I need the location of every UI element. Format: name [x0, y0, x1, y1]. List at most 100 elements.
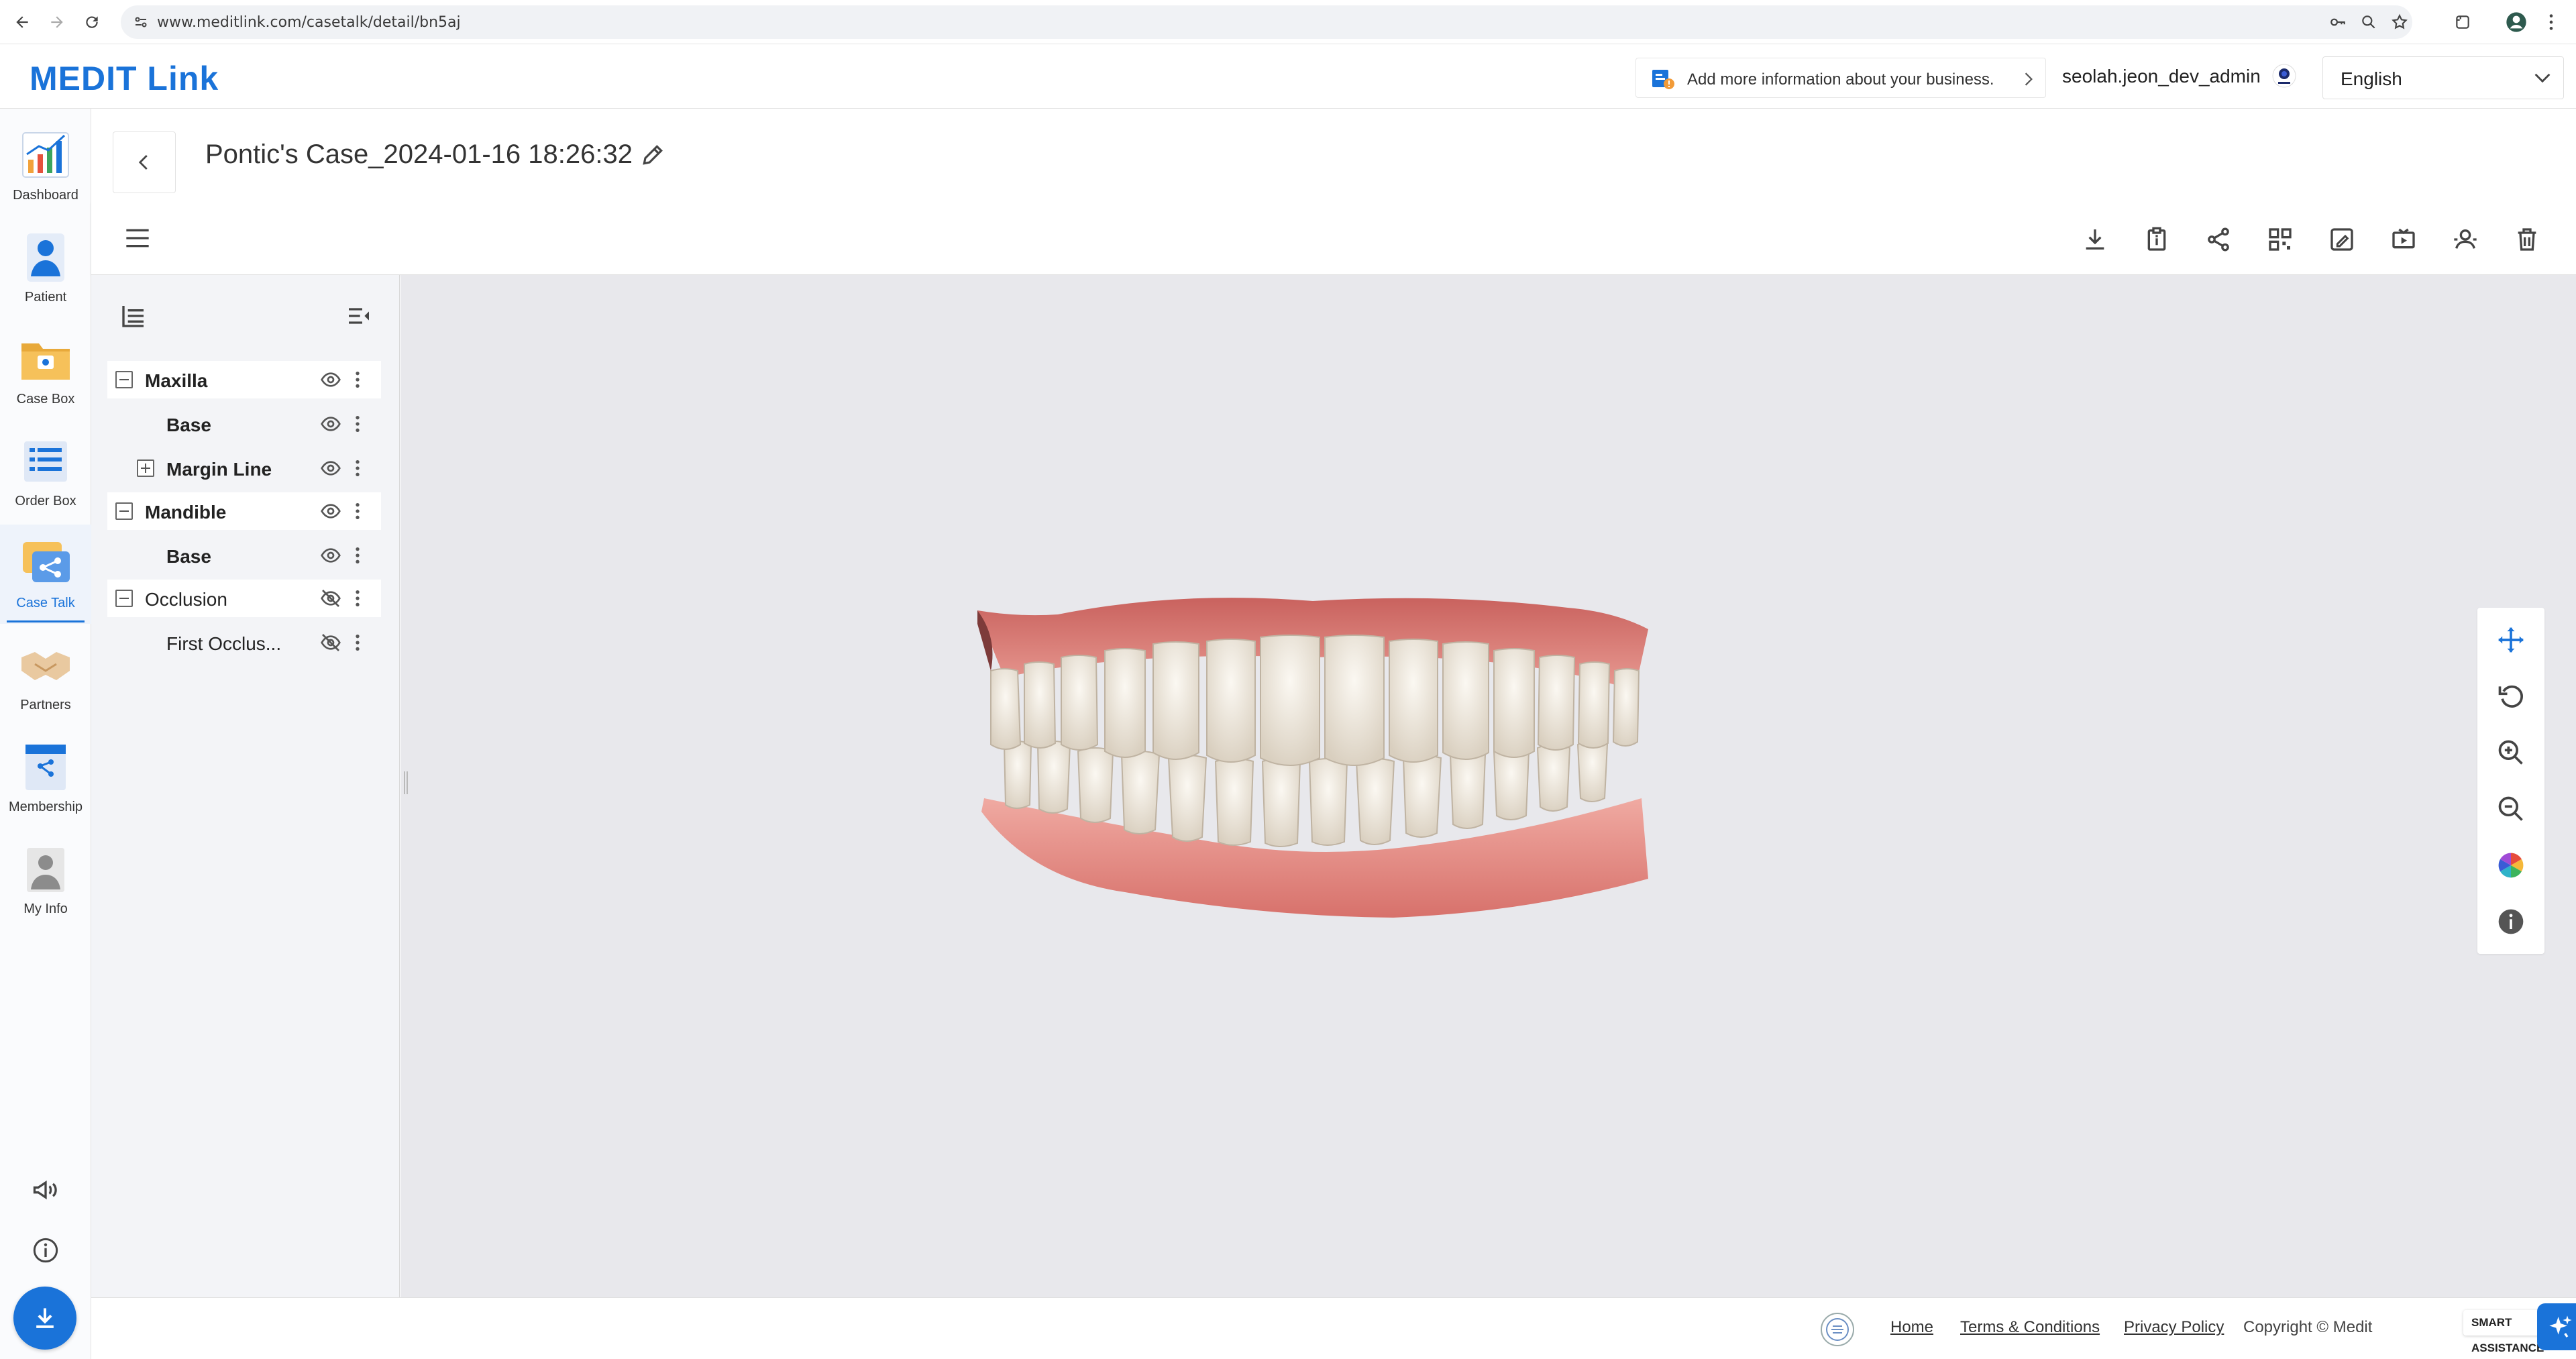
tree-row-occlusion[interactable]: Occlusion: [107, 580, 381, 617]
more-vertical-icon[interactable]: [349, 369, 366, 390]
nav-item-my-info[interactable]: My Info: [0, 830, 91, 930]
eye-icon[interactable]: [319, 500, 342, 522]
password-key-icon[interactable]: [2325, 9, 2351, 35]
eye-icon[interactable]: [319, 545, 342, 566]
reload-icon: [86, 16, 98, 28]
presentation-button[interactable]: [2385, 221, 2422, 258]
info-circle-icon: [33, 1238, 58, 1263]
business-info-banner[interactable]: Add more information about your business…: [1635, 58, 2046, 98]
footer-terms-link[interactable]: Terms & Conditions: [1960, 1318, 2100, 1337]
nav-label: My Info: [23, 902, 68, 916]
case-info-button[interactable]: [2139, 221, 2175, 258]
tree-row-maxilla[interactable]: Maxilla: [107, 361, 381, 398]
more-vertical-icon[interactable]: [349, 632, 366, 653]
browser-reload-button[interactable]: [78, 8, 106, 36]
hamburger-menu-icon: [126, 229, 149, 248]
more-vertical-icon[interactable]: [349, 545, 366, 566]
arrow-right-icon: [51, 16, 63, 28]
footer-privacy-link[interactable]: Privacy Policy: [2124, 1318, 2224, 1337]
collapse-panel-button[interactable]: [342, 299, 376, 333]
medit-link-logo[interactable]: MEDIT Link: [30, 59, 219, 98]
eye-icon[interactable]: [319, 457, 342, 479]
partner-button[interactable]: [2447, 221, 2483, 258]
tree-structure-icon: [122, 306, 144, 327]
expand-toggle[interactable]: [137, 459, 154, 477]
nav-label: Patient: [24, 290, 67, 305]
browser-menu-icon[interactable]: [2538, 9, 2564, 35]
more-vertical-icon[interactable]: [349, 588, 366, 609]
nav-item-membership[interactable]: Membership: [0, 728, 91, 828]
eye-off-icon[interactable]: [319, 632, 342, 653]
dashboard-icon: [22, 132, 69, 178]
nav-item-case-talk[interactable]: Case Talk: [0, 525, 91, 624]
qr-code-icon: [2269, 228, 2292, 251]
color-tool[interactable]: [2493, 848, 2528, 883]
extensions-icon[interactable]: [2450, 9, 2475, 35]
app-header: MEDIT Link Add more information about yo…: [0, 44, 2576, 109]
tree-row-mandible[interactable]: Mandible: [107, 492, 381, 530]
dental-3d-model[interactable]: [977, 597, 1648, 919]
edit-title-button[interactable]: [637, 140, 668, 170]
browser-back-button[interactable]: [8, 8, 36, 36]
zoom-icon[interactable]: [2356, 9, 2381, 35]
company-avatar-icon[interactable]: [2271, 63, 2297, 89]
nav-item-order-box[interactable]: Order Box: [0, 423, 91, 522]
download-button[interactable]: [2077, 221, 2113, 258]
model-info-tool[interactable]: [2493, 904, 2528, 939]
data-tree-panel: Maxilla Base Margin Line Mandible Base O…: [91, 275, 400, 1297]
nav-item-patient[interactable]: Patient: [0, 219, 91, 318]
download-tray-icon: [2086, 229, 2104, 250]
language-value: English: [2341, 68, 2402, 89]
viewer-tools: [2477, 608, 2544, 954]
image-capture-button[interactable]: [2324, 221, 2360, 258]
smart-assistance-button[interactable]: [2537, 1303, 2576, 1350]
bookmark-star-icon[interactable]: [2387, 9, 2412, 35]
footer-home-link[interactable]: Home: [1890, 1318, 1933, 1337]
delete-button[interactable]: [2509, 221, 2545, 258]
download-app-button[interactable]: [13, 1287, 76, 1350]
zoom-out-tool[interactable]: [2493, 792, 2528, 826]
language-select[interactable]: English: [2322, 56, 2564, 99]
tree-label: Mandible: [145, 502, 227, 523]
tree-row-maxilla-base[interactable]: Base: [107, 405, 381, 443]
more-vertical-icon[interactable]: [349, 457, 366, 479]
panel-resize-handle[interactable]: [403, 771, 409, 794]
collapse-toggle[interactable]: [115, 502, 133, 520]
user-name[interactable]: seolah.jeon_dev_admin: [2062, 66, 2261, 87]
zoom-in-tool[interactable]: [2493, 735, 2528, 770]
tree-menu-button[interactable]: [121, 221, 154, 255]
nav-item-case-box[interactable]: Case Box: [0, 321, 91, 420]
collapse-menu-icon: [349, 308, 369, 324]
collapse-toggle[interactable]: [115, 590, 133, 607]
rotate-tool[interactable]: [2493, 679, 2528, 714]
nav-item-dashboard[interactable]: Dashboard: [0, 117, 91, 216]
profile-avatar-icon[interactable]: [2504, 9, 2529, 35]
membership-icon: [25, 745, 66, 790]
share-button[interactable]: [2200, 221, 2237, 258]
qr-code-button[interactable]: [2262, 221, 2298, 258]
tree-row-mandible-base[interactable]: Base: [107, 537, 381, 574]
my-info-user-icon: [27, 848, 64, 892]
eye-icon[interactable]: [319, 413, 342, 435]
address-bar[interactable]: www.meditlink.com/casetalk/detail/bn5aj: [121, 5, 2412, 39]
tree-row-margin-line[interactable]: Margin Line: [107, 449, 381, 487]
eye-off-icon[interactable]: [319, 588, 342, 609]
collapse-toggle[interactable]: [115, 371, 133, 388]
eye-icon[interactable]: [319, 369, 342, 390]
nav-label: Case Talk: [16, 596, 75, 610]
nav-item-partners[interactable]: Partners: [0, 627, 91, 726]
back-button[interactable]: [113, 131, 176, 193]
pan-tool[interactable]: [2493, 622, 2528, 657]
browser-forward-button[interactable]: [43, 8, 71, 36]
image-edit-icon: [2330, 228, 2353, 251]
page-title: Pontic's Case_2024-01-16 18:26:32: [205, 140, 633, 169]
site-info-icon[interactable]: [133, 14, 149, 30]
tree-row-first-occlusion[interactable]: First Occlus...: [107, 624, 381, 661]
announcement-button[interactable]: [27, 1171, 64, 1209]
sparkle-icon: [2549, 1315, 2572, 1338]
more-vertical-icon[interactable]: [349, 413, 366, 435]
3d-viewer[interactable]: [400, 275, 2576, 1297]
tree-view-button[interactable]: [117, 299, 150, 333]
info-button[interactable]: [27, 1232, 64, 1269]
more-vertical-icon[interactable]: [349, 500, 366, 522]
